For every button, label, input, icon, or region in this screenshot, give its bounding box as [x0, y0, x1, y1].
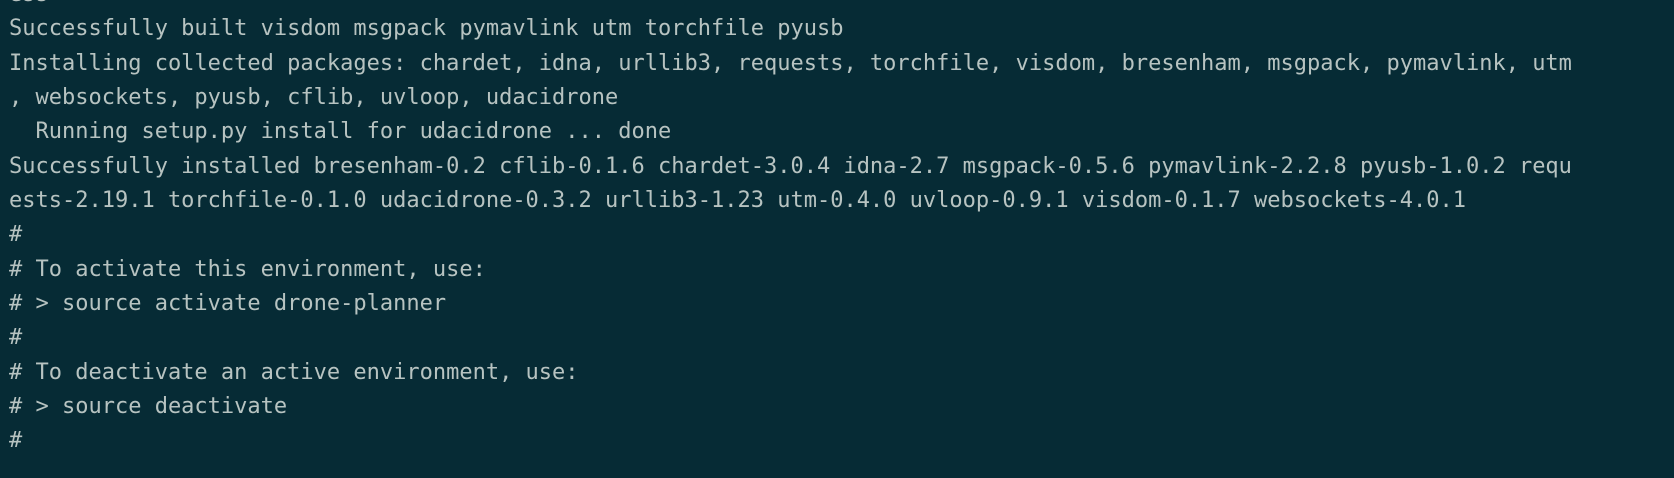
terminal-line: # > source activate drone-planner: [9, 291, 447, 317]
terminal-line: , websockets, pyusb, cflib, uvloop, udac…: [9, 85, 619, 111]
terminal-line: #: [9, 428, 23, 454]
terminal-line: Installing collected packages: chardet, …: [9, 50, 1572, 76]
terminal-line: Successfully installed bresenham-0.2 cfl…: [9, 153, 1572, 179]
terminal-line: ess: [9, 0, 1665, 12]
terminal-output: ess Successfully built visdom msgpack py…: [9, 0, 1665, 459]
terminal-window[interactable]: ess Successfully built visdom msgpack py…: [0, 0, 1674, 478]
terminal-line: Running setup.py install for udacidrone …: [9, 119, 672, 145]
terminal-line: Successfully built visdom msgpack pymavl…: [9, 16, 844, 42]
terminal-line: # > source deactivate: [9, 394, 288, 420]
terminal-line: # To activate this environment, use:: [9, 256, 486, 282]
terminal-line: #: [9, 325, 23, 351]
terminal-line: #: [9, 222, 23, 248]
terminal-line: ests-2.19.1 torchfile-0.1.0 udacidrone-0…: [9, 188, 1466, 214]
terminal-line: # To deactivate an active environment, u…: [9, 359, 579, 385]
